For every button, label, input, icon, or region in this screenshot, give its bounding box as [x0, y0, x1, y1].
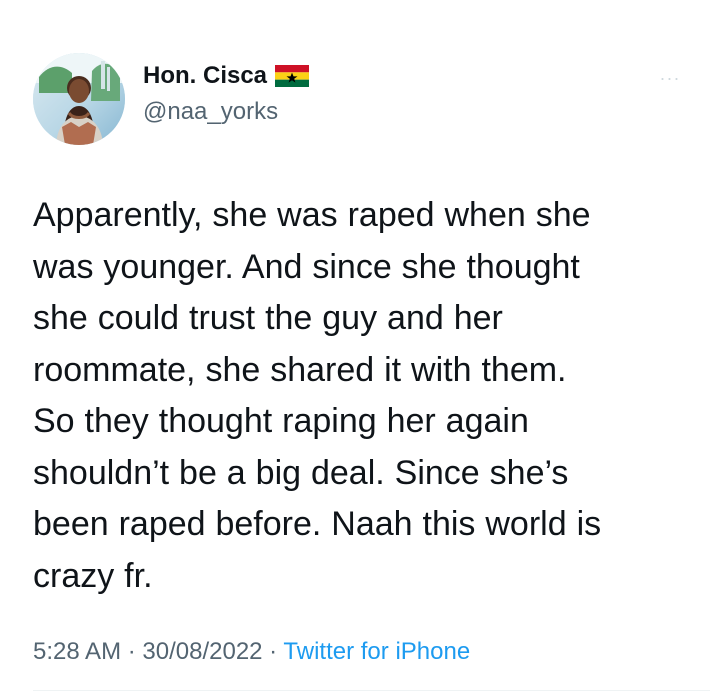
more-options-icon[interactable]: ···	[657, 68, 683, 88]
user-handle[interactable]: @naa_yorks	[143, 100, 563, 124]
tweet-card: Hon. Cisca @naa_yorks ··· Apparently, sh…	[0, 0, 720, 699]
tweet-text-line: Apparently, she was raped when she	[33, 196, 591, 234]
avatar-image	[33, 53, 125, 145]
tweet-divider	[33, 690, 710, 691]
ghana-flag-icon	[275, 65, 310, 87]
tweet-text-line: was younger. And since she thought	[33, 247, 580, 286]
tweet-header: Hon. Cisca @naa_yorks ···	[33, 53, 683, 145]
avatar[interactable]	[33, 53, 125, 145]
display-name-row: Hon. Cisca	[143, 61, 563, 91]
display-name[interactable]: Hon. Cisca	[143, 64, 267, 88]
tweet-text-line: been raped before. Naah this world is	[33, 505, 602, 543]
tweet-text-line: shouldn’t be a big deal. Since she’s	[33, 453, 569, 492]
tweet-date[interactable]: 30/08/2022	[142, 638, 262, 665]
meta-separator: ·	[262, 638, 284, 665]
meta-separator: ·	[121, 638, 143, 665]
tweet-time[interactable]: 5:28 AM	[33, 638, 121, 665]
tweet-text-line: she could trust the guy and her	[33, 299, 503, 337]
user-info: Hon. Cisca @naa_yorks	[143, 61, 563, 124]
tweet-text-line: crazy fr.	[33, 556, 153, 595]
tweet-meta: 5:28 AM · 30/08/2022 · Twitter for iPhon…	[33, 640, 470, 664]
tweet-source-link[interactable]: Twitter for iPhone	[283, 638, 470, 665]
tweet-text-line: So they thought raping her again	[33, 402, 529, 440]
tweet-text: Apparently, she was raped when she was y…	[33, 190, 693, 602]
tweet-text-line: roommate, she shared it with them.	[33, 350, 567, 389]
